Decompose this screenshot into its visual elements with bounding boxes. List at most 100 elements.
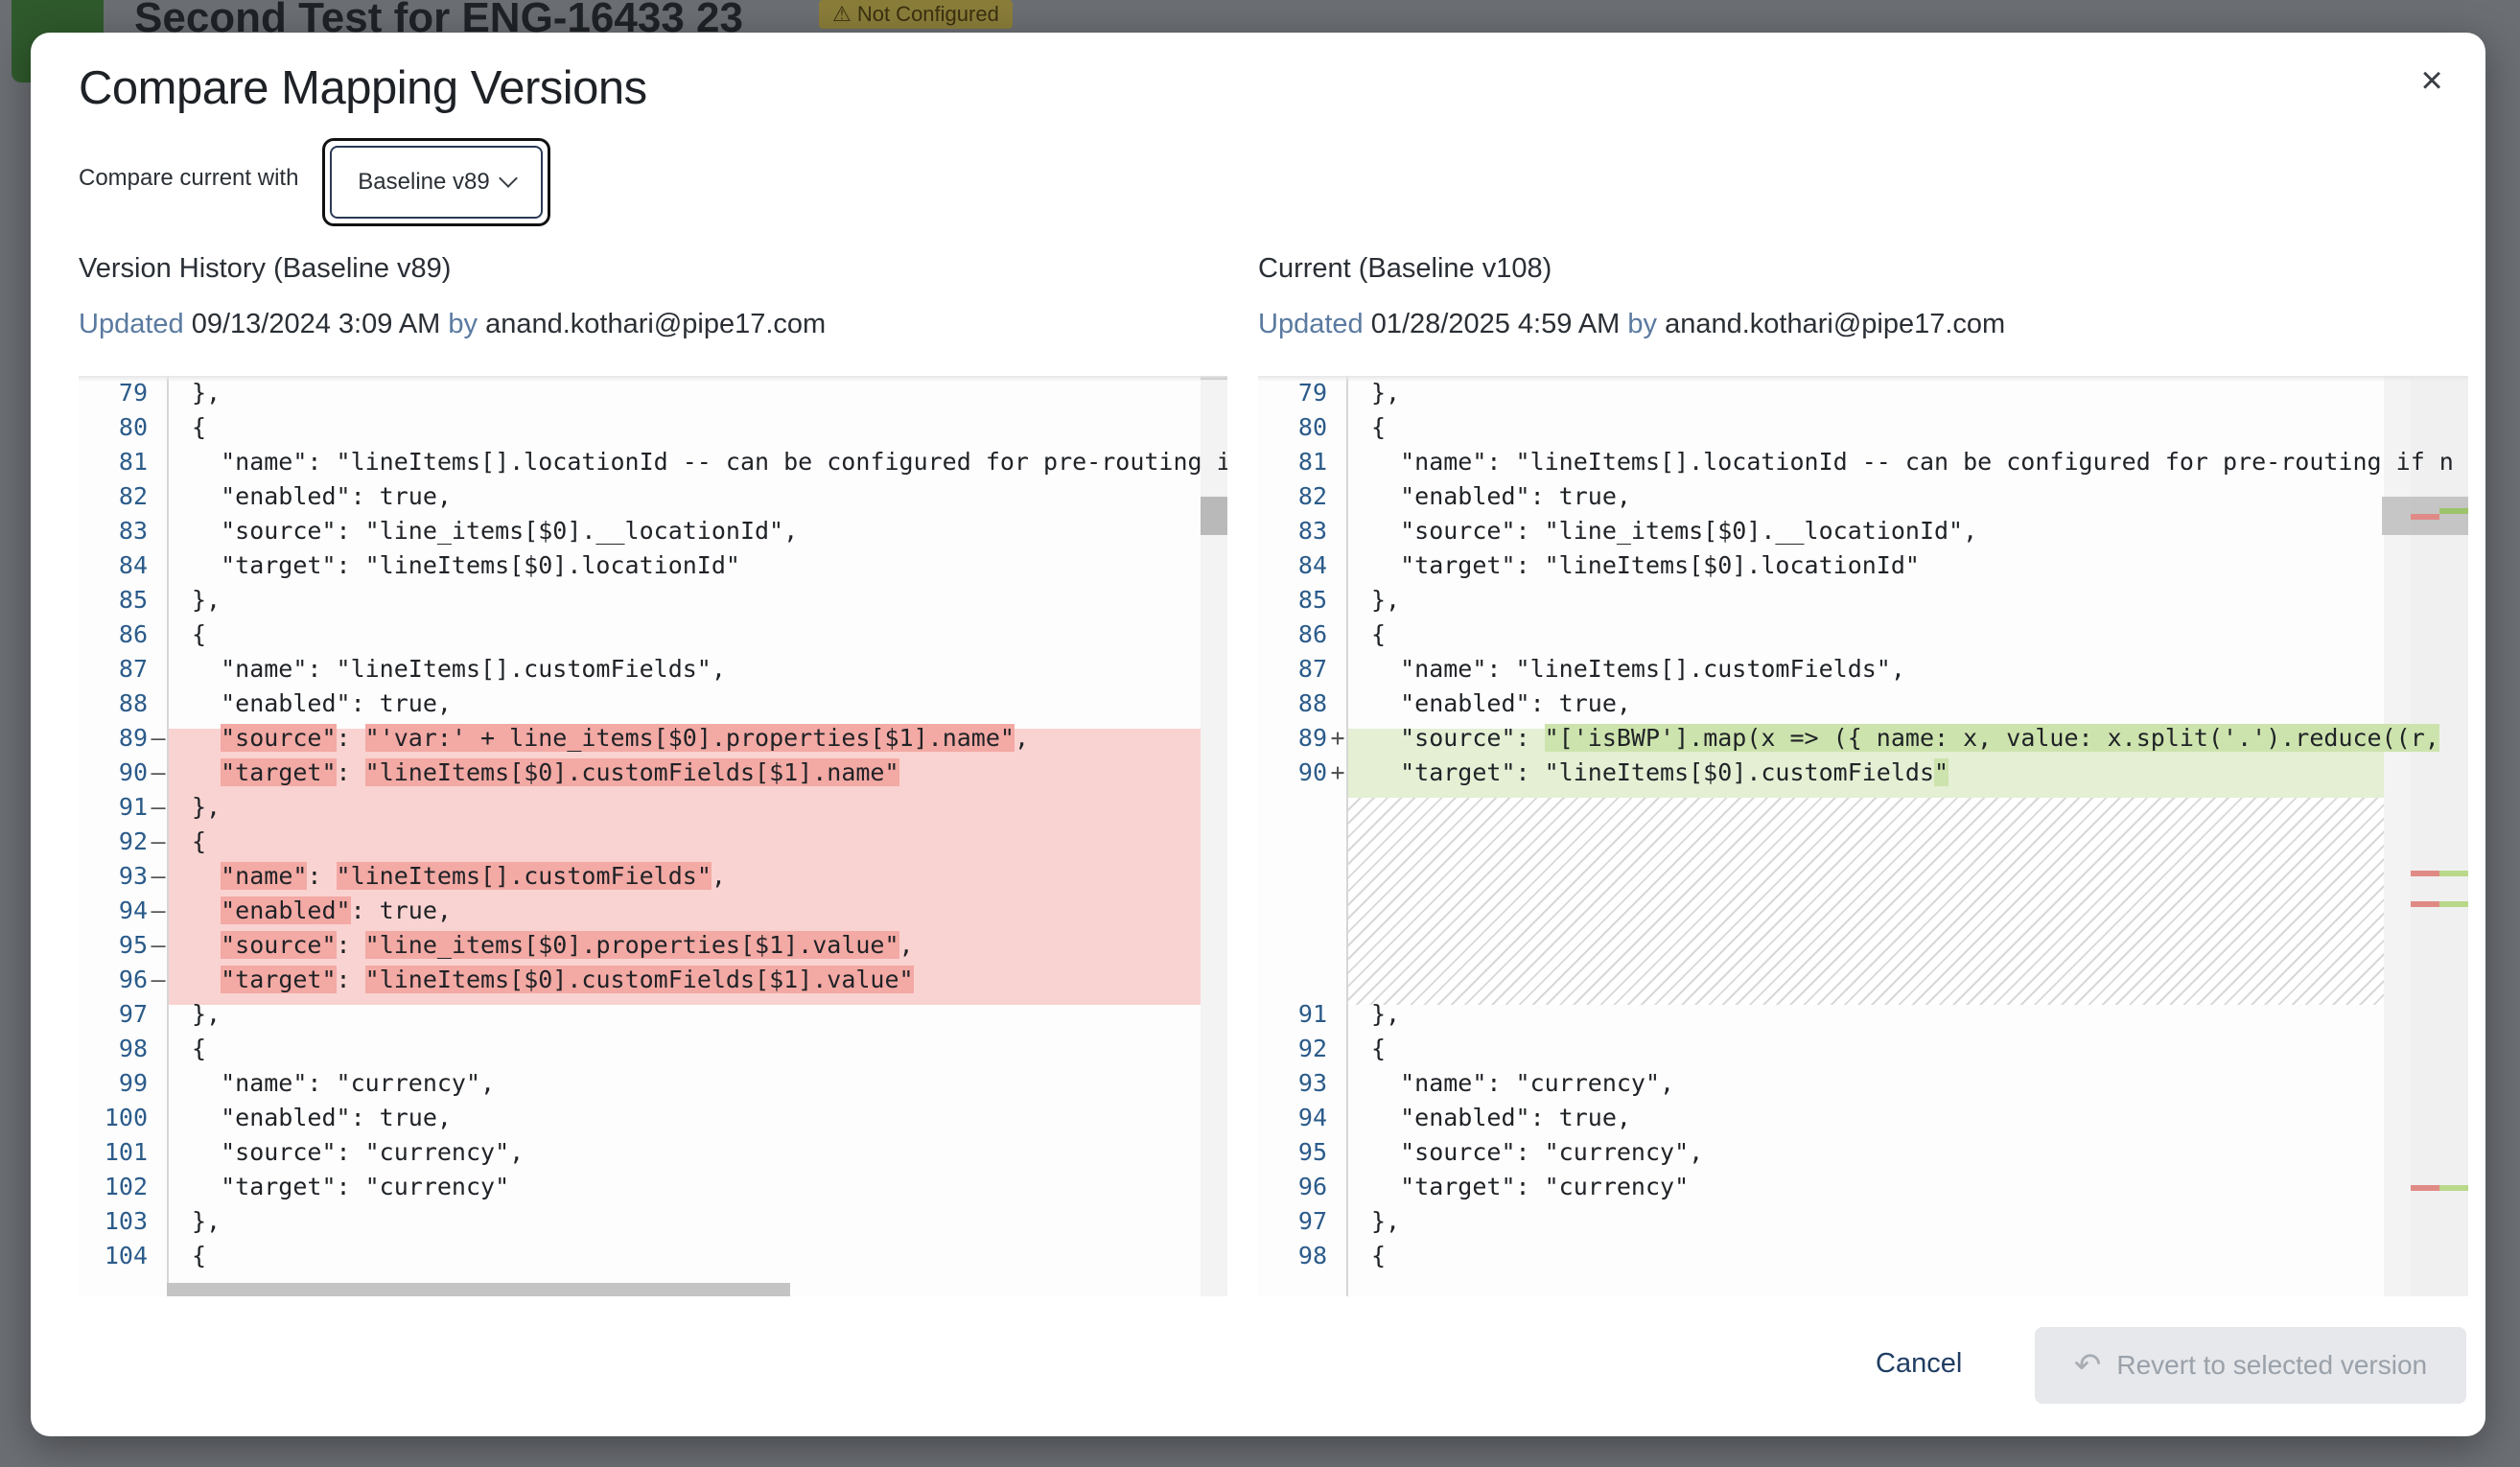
- line-number: 80: [118, 413, 148, 441]
- removed-marker: —: [151, 758, 166, 786]
- removed-marker: —: [151, 793, 166, 821]
- right-panel-title: Current (Baseline v108): [1258, 253, 1552, 284]
- code-text: "source": "currency",: [192, 1138, 525, 1166]
- line-number: 96: [118, 966, 148, 993]
- code-line: 91—},: [79, 790, 1227, 825]
- line-number: 98: [1297, 1242, 1327, 1269]
- code-line: 103},: [79, 1204, 1227, 1239]
- line-number: 87: [118, 655, 148, 683]
- line-number: 95: [1297, 1138, 1327, 1166]
- code-line: 85},: [79, 583, 1227, 617]
- code-line: 89 + "source": "['isBWP'].map(x => ({ nam…: [1258, 721, 2468, 756]
- line-number: 90: [118, 758, 148, 786]
- selection-highlight: [167, 1283, 790, 1296]
- close-icon[interactable]: ×: [2413, 61, 2451, 100]
- line-number: 91: [118, 793, 148, 821]
- code-line: 93— "name": "lineItems[].customFields",: [79, 859, 1227, 894]
- line-number: 91: [1297, 1000, 1327, 1028]
- code-text: "source": "line_items[$0].__locationId",: [192, 517, 799, 545]
- revert-button-label: Revert to selected version: [2116, 1350, 2428, 1380]
- code-line: 89— "source": "'var:' + line_items[$0].p…: [79, 721, 1227, 756]
- code-text: "target": "lineItems[$0].locationId": [1371, 551, 1920, 579]
- code-line: 102 "target": "currency": [79, 1170, 1227, 1204]
- code-text: "enabled": true,: [192, 482, 452, 510]
- code-text: "source": "'var:' + line_items[$0].prope…: [221, 724, 1030, 752]
- code-line: 91},: [1258, 997, 2468, 1032]
- code-line: 83 "source": "line_items[$0].__locationI…: [79, 514, 1227, 548]
- added-marker: +: [1330, 758, 1345, 786]
- chevron-down-icon: [498, 169, 518, 188]
- status-badge: ⚠ Not Configured: [819, 0, 1013, 29]
- removed-marker: —: [151, 931, 166, 959]
- code-text: },: [1371, 1207, 1401, 1235]
- line-number: 85: [118, 586, 148, 614]
- code-line: 90— "target": "lineItems[$0].customField…: [79, 756, 1227, 790]
- code-text: {: [1371, 1035, 1387, 1062]
- code-line: 88 "enabled": true,: [79, 687, 1227, 721]
- left-author: anand.kothari@pipe17.com: [485, 309, 827, 339]
- code-text: },: [1371, 1000, 1401, 1028]
- line-number: 85: [1297, 586, 1327, 614]
- code-line: 88 "enabled": true,: [1258, 687, 2468, 721]
- line-number: 92: [118, 827, 148, 855]
- code-line: 94— "enabled": true,: [79, 894, 1227, 928]
- code-text: "target": "lineItems[$0].locationId": [192, 551, 740, 579]
- line-number: 104: [104, 1242, 148, 1269]
- removed-marker: —: [151, 862, 166, 890]
- right-panel-meta: Updated 01/28/2025 4:59 AM by anand.koth…: [1258, 309, 2006, 339]
- version-select-value: Baseline v89: [358, 169, 490, 195]
- code-text: },: [192, 1000, 222, 1028]
- line-number: 92: [1297, 1035, 1327, 1062]
- code-line: 85},: [1258, 583, 2468, 617]
- code-text: {: [192, 1035, 207, 1062]
- line-number: 97: [1297, 1207, 1327, 1235]
- code-line: 104 {: [79, 1239, 1227, 1273]
- line-number: 94: [118, 896, 148, 924]
- code-text: "name": "lineItems[].locationId -- can b…: [192, 448, 1227, 476]
- line-number: 83: [1297, 517, 1327, 545]
- right-diff-editor[interactable]: 79}, 80{81 "name": "lineItems[].locationI…: [1258, 376, 2468, 1296]
- added-marker: +: [1330, 724, 1345, 752]
- code-text: "target": "lineItems[$0].customFields[$1…: [221, 966, 914, 993]
- code-line: 101 "source": "currency",: [79, 1135, 1227, 1170]
- code-text: "enabled": true,: [1371, 482, 1631, 510]
- line-number: 84: [118, 551, 148, 579]
- version-select[interactable]: Baseline v89: [322, 138, 550, 226]
- code-line: 92— {: [79, 825, 1227, 859]
- removed-marker: —: [151, 827, 166, 855]
- code-line: 99 "name": "currency",: [79, 1066, 1227, 1101]
- code-text: "enabled": true,: [192, 689, 452, 717]
- right-author: anand.kothari@pipe17.com: [1665, 309, 2006, 339]
- revert-button[interactable]: ↶ Revert to selected version: [2035, 1327, 2466, 1404]
- code-text: {: [192, 413, 207, 441]
- code-line: 92 {: [1258, 1032, 2468, 1066]
- cancel-button[interactable]: Cancel: [1868, 1337, 1970, 1390]
- left-diff-editor[interactable]: 79}, 80{81 "name": "lineItems[].locationI…: [79, 376, 1227, 1296]
- line-number: 93: [118, 862, 148, 890]
- alignment-filler: [1348, 798, 2411, 1005]
- code-text: "name": "lineItems[].locationId -- can b…: [1371, 448, 2454, 476]
- code-text: "target": "lineItems[$0].customFields": [1371, 758, 1949, 786]
- code-text: "enabled": true,: [1371, 689, 1631, 717]
- left-panel-title: Version History (Baseline v89): [79, 253, 452, 284]
- code-line: 96 "target": "currency": [1258, 1170, 2468, 1204]
- line-number: 88: [1297, 689, 1327, 717]
- code-text: "enabled": true,: [1371, 1104, 1631, 1131]
- code-text: },: [192, 586, 222, 614]
- code-line: 81 "name": "lineItems[].locationId -- ca…: [79, 445, 1227, 479]
- code-line: 96— "target": "lineItems[$0].customField…: [79, 963, 1227, 997]
- code-line: 82 "enabled": true,: [79, 479, 1227, 514]
- compare-label: Compare current with: [79, 165, 299, 191]
- code-line: 98 {: [79, 1032, 1227, 1066]
- line-number: 86: [1297, 620, 1327, 648]
- code-line: 97},: [1258, 1204, 2468, 1239]
- code-text: "name": "currency",: [192, 1069, 496, 1097]
- code-line: 87 "name": "lineItems[].customFields",: [79, 652, 1227, 687]
- line-number: 81: [118, 448, 148, 476]
- code-line: 90 + "target": "lineItems[$0].customField…: [1258, 756, 2468, 790]
- line-number: 94: [1297, 1104, 1327, 1131]
- left-updated-date: 09/13/2024 3:09 AM: [191, 309, 441, 339]
- code-text: },: [1371, 586, 1401, 614]
- code-line: 80 {: [79, 410, 1227, 445]
- left-panel-meta: Updated 09/13/2024 3:09 AM by anand.koth…: [79, 309, 827, 339]
